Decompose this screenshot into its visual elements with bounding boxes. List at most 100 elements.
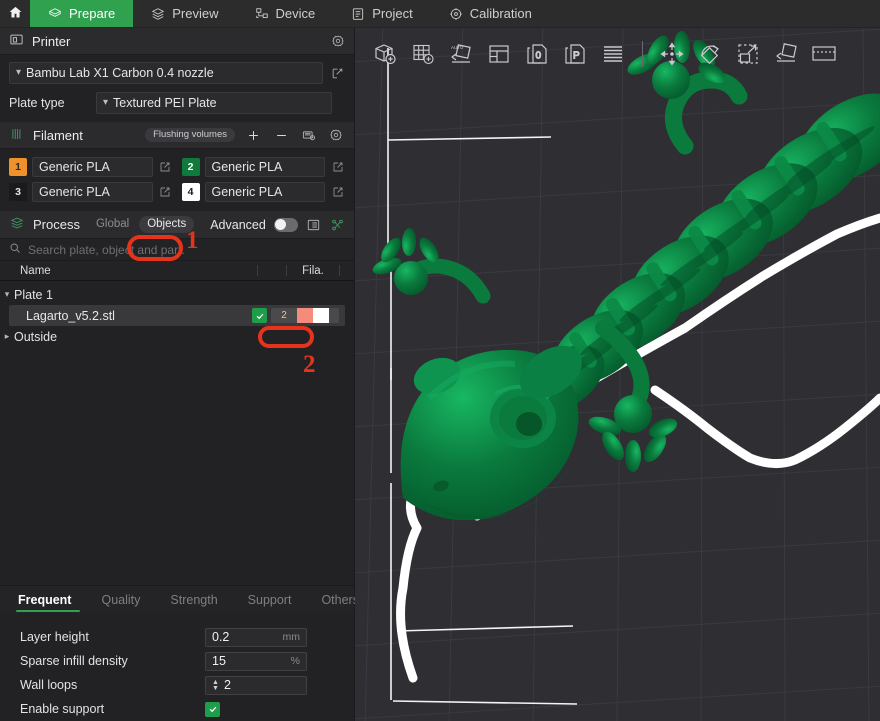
layer-height-input[interactable]: 0.2 mm [205,627,307,647]
tab-calibration[interactable]: Calibration [431,0,550,27]
main-content: Printer ▾ Bambu Lab X1 Carbon 0.4 nozzle [0,28,880,721]
filament-slot-grid: 1 Generic PLA 2 Generic PLA 3 Generic PL… [0,149,354,211]
plate-type-value: Textured PEI Plate [113,96,217,110]
tab-device-label: Device [275,6,316,21]
chevron-right-icon[interactable]: ▸ [0,331,14,342]
object-search-bar[interactable]: Search plate, object and part. [0,239,354,261]
printer-preset-edit-icon[interactable] [330,67,345,80]
tab-preview[interactable]: Preview [133,0,236,27]
tab-project[interactable]: Project [333,0,430,27]
ams-sync-icon[interactable] [299,128,319,143]
plate-type-label: Plate type [9,96,65,110]
left-sidebar: Printer ▾ Bambu Lab X1 Carbon 0.4 nozzle [0,28,359,721]
3d-viewport[interactable]: AUTO 0 P [355,28,880,721]
add-filament-button[interactable] [243,128,263,143]
tab-support[interactable]: Support [233,586,307,614]
paste-icon[interactable]: P [558,37,592,71]
advanced-toggle[interactable] [273,217,298,232]
tree-node-plate-1-label: Plate 1 [14,287,53,302]
scope-global-button[interactable]: Global [88,216,137,234]
tab-prepare[interactable]: Prepare [30,0,134,27]
wall-loops-stepper[interactable]: ▲ ▼ 2 [205,675,307,695]
enable-support-label: Enable support [20,702,105,716]
tab-frequent[interactable]: Frequent [10,586,86,614]
filament-slot-4: 4 Generic PLA [181,182,346,202]
filament-slot-4-name[interactable]: Generic PLA [204,182,325,202]
plate-type-combo[interactable]: ▾ Textured PEI Plate [96,92,332,114]
tab-strength[interactable]: Strength [155,586,232,614]
filament-slot-1-name[interactable]: Generic PLA [32,157,153,177]
tree-item-object[interactable]: Lagarto_v5.2.stl 2 [9,305,345,326]
add-plate-icon[interactable] [406,37,440,71]
object-printable-checkbox[interactable] [252,308,267,323]
prepare-icon [48,7,62,21]
auto-orient-icon[interactable]: AUTO [444,37,478,71]
top-navigation-bar: Prepare Preview Device Project Calibrati… [0,0,880,28]
layers-icon[interactable] [596,37,630,71]
process-icon [9,216,25,233]
filament-settings-gear-icon[interactable] [327,128,345,142]
layer-height-label: Layer height [20,630,89,644]
filament-slot-3-badge[interactable]: 3 [9,183,27,201]
home-icon [8,5,23,23]
svg-text:P: P [573,51,580,62]
object-search-input[interactable]: Search plate, object and part. [28,243,185,257]
move-icon[interactable] [655,37,689,71]
printer-section-header: Printer [0,28,354,55]
tree-node-outside[interactable]: ▸ Outside [0,326,354,347]
list-view-icon[interactable] [306,218,322,232]
filament-slot-4-badge[interactable]: 4 [181,183,200,201]
printer-settings-gear-icon[interactable] [331,34,345,48]
filament-slot-3-edit-icon[interactable] [158,186,173,198]
flushing-volumes-button[interactable]: Flushing volumes [145,127,235,143]
printer-section-title: Printer [32,33,71,49]
bambu-studio-window: Prepare Preview Device Project Calibrati… [0,0,880,721]
stepper-down-icon[interactable]: ▼ [212,685,219,692]
tab-quality[interactable]: Quality [86,586,155,614]
add-object-icon[interactable] [368,37,402,71]
layer-height-unit: mm [282,631,301,643]
filament-slot-2: 2 Generic PLA [181,157,346,177]
home-button[interactable] [0,0,30,27]
filament-slot-3-name[interactable]: Generic PLA [32,182,153,202]
tab-device[interactable]: Device [237,0,334,27]
place-on-face-icon[interactable] [769,37,803,71]
sparse-infill-density-input[interactable]: 15 % [205,651,307,671]
sparse-infill-density-label: Sparse infill density [20,654,128,668]
settings-panel: Layer height 0.2 mm Sparse infill densit… [0,613,354,721]
rotate-icon[interactable] [693,37,727,71]
filament-slot-4-edit-icon[interactable] [330,186,345,198]
filament-slot-2-name[interactable]: Generic PLA [204,157,325,177]
stepper-arrows-icon[interactable]: ▲ ▼ [212,679,219,692]
column-name: Name [20,264,51,277]
wall-loops-label: Wall loops [20,678,78,692]
object-tree-icon[interactable] [329,218,345,232]
filament-section-title: Filament [33,127,83,143]
object-filament-chip[interactable]: 2 [271,308,339,323]
stepper-up-icon[interactable]: ▲ [212,679,219,686]
enable-support-checkbox[interactable] [205,701,220,717]
filament-slot-2-edit-icon[interactable] [330,161,345,173]
remove-filament-button[interactable] [271,128,291,143]
annotation-label-2: 2 [303,351,316,378]
filament-slot-1-edit-icon[interactable] [158,161,173,173]
copy-icon[interactable]: 0 [520,37,554,71]
advanced-label: Advanced [210,217,266,232]
chevron-down-icon: ▾ [103,97,109,108]
column-divider [339,265,340,276]
tab-preview-label: Preview [172,6,219,21]
filament-slot-2-badge[interactable]: 2 [181,158,200,176]
svg-text:AUTO: AUTO [451,45,464,50]
setting-row-sparse-infill-density: Sparse infill density 15 % [0,649,354,673]
filament-slot-1-badge[interactable]: 1 [9,158,27,176]
sparse-infill-density-unit: % [290,655,300,667]
chevron-down-icon[interactable]: ▾ [0,289,14,300]
sparse-infill-density-value: 15 [212,654,226,668]
project-icon [351,7,365,21]
tree-node-plate-1[interactable]: ▾ Plate 1 [0,284,354,305]
arrange-icon[interactable] [482,37,516,71]
filament-slot-1: 1 Generic PLA [9,157,173,177]
cut-icon[interactable] [807,37,841,71]
scale-icon[interactable] [731,37,765,71]
printer-preset-combo[interactable]: ▾ Bambu Lab X1 Carbon 0.4 nozzle [9,62,323,84]
